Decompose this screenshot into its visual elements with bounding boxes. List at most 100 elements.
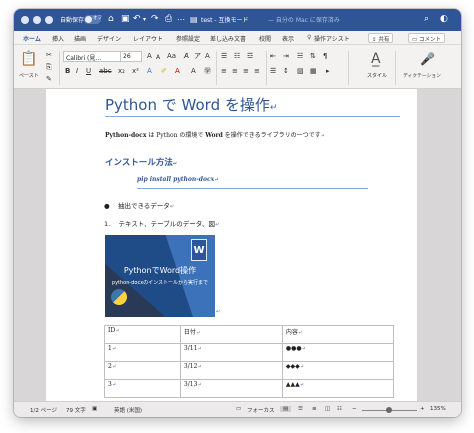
minimize-window-icon[interactable] — [33, 16, 41, 24]
table-header-cell[interactable]: 内容↵ — [281, 325, 395, 344]
table-cell[interactable]: 1↵ — [104, 343, 181, 362]
outline-view-icon[interactable]: ☰ — [298, 406, 303, 412]
phonetic-guide-icon[interactable]: ア — [194, 52, 201, 61]
draft-view-icon[interactable]: ≡ — [312, 406, 317, 412]
char-shading-icon[interactable]: A — [191, 67, 196, 76]
focus-mode-button[interactable]: フォーカス — [247, 406, 275, 414]
bullets-icon[interactable]: ☰ — [221, 52, 227, 61]
print-layout-icon[interactable]: ▤ — [280, 406, 292, 412]
borders-icon[interactable]: ▦ — [310, 67, 317, 76]
format-painter-icon[interactable]: ✎ — [46, 75, 52, 84]
table-cell[interactable]: 2↵ — [104, 361, 181, 380]
bullet-item[interactable]: ● 抽出できるデータ↵ — [104, 200, 174, 210]
subscript-icon[interactable]: x₂ — [118, 67, 125, 76]
asian-layout-icon[interactable]: ☵ — [297, 52, 303, 61]
font-color-icon[interactable]: A — [175, 67, 180, 76]
increase-indent-icon[interactable]: ⇥ — [283, 52, 289, 61]
close-window-icon[interactable] — [21, 16, 29, 24]
enclose-char-icon[interactable]: ㊫ — [204, 67, 211, 76]
text-effects-icon[interactable]: A — [147, 67, 152, 76]
table-header-cell[interactable]: 日付↵ — [179, 325, 283, 344]
multilevel-list-icon[interactable]: ☲ — [247, 52, 253, 61]
underline-icon[interactable]: U — [86, 67, 91, 76]
zoom-in-button[interactable]: + — [420, 406, 425, 412]
zoom-level[interactable]: 135% — [430, 406, 446, 412]
tab-review[interactable]: 校閲 — [259, 34, 271, 43]
font-case-icon[interactable]: Aa — [167, 52, 176, 61]
read-mode-icon[interactable]: ☷ — [337, 406, 342, 412]
data-table[interactable]: ID↵ 日付↵ 内容↵ 1↵ 3/11↵ ●●●↵ 2↵ 3/12↵ ◆◆◆↵ … — [104, 325, 395, 398]
share-button[interactable]: ⇪ 共有 — [368, 33, 394, 43]
tab-layout[interactable]: レイアウト — [133, 34, 163, 43]
proofing-icon[interactable]: ▣ — [92, 406, 97, 412]
tab-mailings[interactable]: 差し込み文書 — [210, 34, 246, 43]
table-header-cell[interactable]: ID↵ — [104, 325, 181, 344]
zoom-out-button[interactable]: − — [352, 406, 357, 412]
font-size-select[interactable]: 26 — [120, 51, 142, 62]
shading-icon[interactable]: ▨ — [297, 67, 304, 76]
show-marks-icon[interactable]: ¶ — [323, 52, 327, 61]
paste-icon[interactable]: 📋 — [20, 51, 37, 67]
table-cell[interactable]: ●●●↵ — [281, 343, 395, 362]
clear-formatting-icon[interactable]: A̸ — [184, 52, 189, 61]
home-icon[interactable]: ⌂ — [108, 14, 114, 25]
focus-icon[interactable]: ▭ — [236, 406, 241, 412]
table-cell[interactable]: 3/12↵ — [179, 361, 283, 380]
undo-dropdown-icon[interactable]: ▾ — [143, 14, 146, 25]
highlight-icon[interactable]: ✐ — [161, 67, 167, 76]
comments-button[interactable]: ▭ コメント — [408, 33, 445, 43]
install-heading[interactable]: インストール方法↵ — [105, 156, 177, 168]
align-left-icon[interactable]: ≡ — [221, 67, 227, 76]
web-layout-icon[interactable]: ◫ — [325, 406, 330, 412]
word-count[interactable]: 79 文字 — [66, 406, 86, 414]
numbered-item[interactable]: 1. テキスト、テーブルのデータ、図↵ — [104, 218, 219, 228]
strikethrough-icon[interactable]: abc — [99, 67, 112, 76]
tab-home[interactable]: ホーム — [23, 34, 41, 47]
tab-design[interactable]: デザイン — [97, 34, 121, 43]
install-command[interactable]: pip install python-docx↵ — [137, 176, 218, 183]
document-page[interactable]: Python で Word を操作↵ Python-docx は Python … — [46, 89, 417, 405]
shrink-font-icon[interactable]: A — [156, 53, 160, 62]
tab-references[interactable]: 参照設定 — [176, 34, 200, 43]
align-right-icon[interactable]: ≡ — [243, 67, 249, 76]
align-center-icon[interactable]: ≡ — [232, 67, 238, 76]
microphone-icon[interactable]: 🎤 — [420, 51, 435, 67]
styles-icon[interactable]: A̲ — [371, 51, 381, 67]
tab-insert[interactable]: 挿入 — [52, 34, 64, 43]
table-cell[interactable]: ▲▲▲↵ — [281, 379, 395, 398]
tab-draw[interactable]: 描画 — [74, 34, 86, 43]
line-spacing-icon[interactable]: ↕ — [283, 67, 289, 76]
table-cell[interactable]: 3/11↵ — [179, 343, 283, 362]
language-status[interactable]: 英語 (米国) — [114, 406, 142, 414]
cut-icon[interactable]: ✂ — [46, 51, 52, 60]
document-title-heading[interactable]: Python で Word を操作↵ — [105, 94, 277, 115]
ribbon-more-icon[interactable]: ▸ — [326, 67, 330, 76]
banner-image[interactable]: W PythonでWord操作 python-docxのインストールから実行まで — [105, 235, 215, 317]
account-icon[interactable]: ◐ — [440, 14, 448, 25]
sort-icon[interactable]: ⇅ — [310, 52, 316, 61]
char-border-icon[interactable]: A — [205, 52, 210, 61]
redo-icon[interactable]: ↷ — [151, 14, 159, 25]
tab-view[interactable]: 表示 — [282, 34, 294, 43]
undo-icon[interactable]: ↶ — [133, 14, 141, 25]
copy-icon[interactable]: ⎘ — [46, 63, 52, 72]
print-icon[interactable]: ⎙ — [165, 14, 172, 25]
zoom-window-icon[interactable] — [45, 16, 53, 24]
grow-font-icon[interactable]: A — [147, 52, 152, 61]
page-count[interactable]: 1/2 ページ — [30, 406, 57, 414]
bold-icon[interactable]: B — [65, 67, 70, 76]
superscript-icon[interactable]: x² — [132, 67, 139, 76]
justify-icon[interactable]: ≡ — [254, 67, 260, 76]
italic-icon[interactable]: I — [76, 67, 78, 76]
customize-toolbar-icon[interactable]: ⋯ — [177, 14, 185, 25]
table-cell[interactable]: 3/13↵ — [179, 379, 283, 398]
table-cell[interactable]: 3↵ — [104, 379, 181, 398]
zoom-slider-handle[interactable] — [386, 407, 392, 413]
save-icon[interactable]: ▣ — [121, 14, 130, 25]
intro-paragraph[interactable]: Python-docx は Python の環境で Word を操作できるライブ… — [105, 130, 325, 139]
tab-tell-me[interactable]: 操作アシスト — [314, 34, 350, 43]
search-icon[interactable]: ⌕ — [424, 14, 429, 25]
font-name-select[interactable]: Calibri (見… — [63, 51, 127, 62]
distributed-icon[interactable]: ☰ — [270, 67, 276, 76]
table-cell[interactable]: ◆◆◆↵ — [281, 361, 395, 380]
